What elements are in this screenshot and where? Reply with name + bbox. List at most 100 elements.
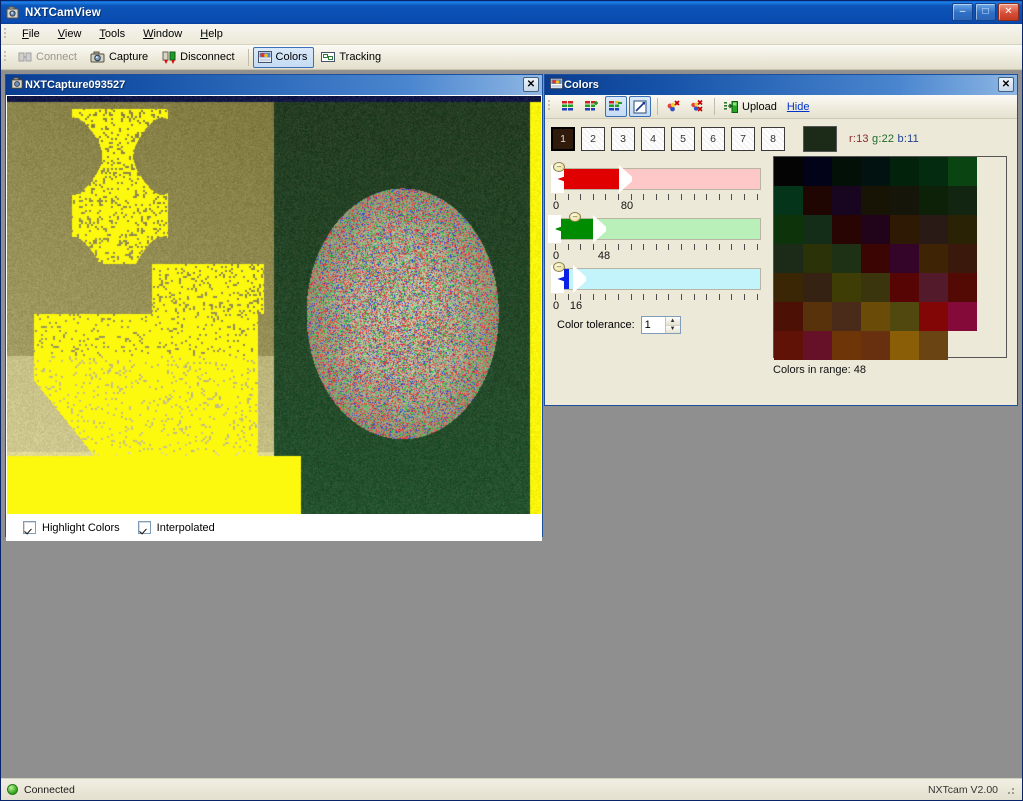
minimize-button[interactable]: – (952, 3, 973, 21)
color-grid-cell[interactable] (890, 186, 919, 215)
color-grid-cell[interactable] (774, 157, 803, 186)
color-grid-cell[interactable] (803, 302, 832, 331)
camera-image-canvas[interactable] (7, 96, 541, 514)
color-slot-2[interactable]: 2 (581, 127, 605, 151)
color-grid-cell[interactable] (832, 157, 861, 186)
color-grid-cell[interactable] (861, 244, 890, 273)
color-grid-cell[interactable] (948, 215, 977, 244)
color-grid-cell[interactable] (861, 157, 890, 186)
red-slider-track[interactable] (555, 168, 761, 190)
color-grid-cell[interactable] (890, 302, 919, 331)
color-grid-cell[interactable] (919, 244, 948, 273)
color-grid-cell[interactable] (774, 331, 803, 360)
color-grid-cell[interactable] (948, 157, 977, 186)
blue-range-slider[interactable]: – 0 16 (551, 262, 769, 314)
menu-help[interactable]: Help (191, 25, 232, 43)
maximize-button[interactable]: □ (975, 3, 996, 21)
highlight-colors-checkbox[interactable]: Highlight Colors (23, 521, 120, 534)
green-slider-knob[interactable]: – (569, 212, 581, 222)
color-slot-8[interactable]: 8 (761, 127, 785, 151)
connect-button[interactable]: Connect (13, 47, 84, 68)
green-range-slider[interactable]: – 0 48 (548, 212, 769, 264)
color-slot-6[interactable]: 6 (701, 127, 725, 151)
upload-button[interactable]: Upload (719, 96, 781, 117)
color-grid-cell[interactable] (803, 215, 832, 244)
color-grid-cell[interactable] (832, 215, 861, 244)
remove-color-icon[interactable] (605, 96, 627, 117)
color-grid-cell[interactable] (803, 331, 832, 360)
color-grid-cell[interactable] (948, 186, 977, 215)
checkbox-box[interactable] (137, 521, 151, 534)
color-grid-cell[interactable] (803, 244, 832, 273)
interpolated-checkbox[interactable]: Interpolated (137, 521, 215, 534)
clear-all-colors-icon[interactable] (686, 96, 708, 117)
stepper-down-button[interactable]: ▼ (665, 325, 680, 333)
pick-color-icon[interactable] (629, 96, 651, 117)
color-slot-5[interactable]: 5 (671, 127, 695, 151)
color-grid-cell[interactable] (948, 244, 977, 273)
blue-slider-knob[interactable]: – (553, 262, 565, 272)
add-color-icon[interactable] (581, 96, 603, 117)
menu-tools[interactable]: Tools (90, 25, 134, 43)
color-grid-cell[interactable] (861, 186, 890, 215)
clear-color-icon[interactable] (662, 96, 684, 117)
color-tolerance-input[interactable] (641, 317, 665, 333)
color-map-icon[interactable] (557, 96, 579, 117)
color-grid-cell[interactable] (861, 273, 890, 302)
color-grid-cell[interactable] (861, 302, 890, 331)
checkbox-box[interactable] (23, 521, 36, 534)
red-range-slider[interactable]: – 0 80 (551, 162, 769, 214)
green-slider-track[interactable] (555, 218, 761, 240)
color-grid-cell[interactable] (919, 157, 948, 186)
capture-button[interactable]: Capture (86, 47, 155, 68)
color-grid-cell[interactable] (803, 273, 832, 302)
color-grid-cell[interactable] (832, 244, 861, 273)
resize-grip[interactable] (1004, 783, 1016, 796)
color-grid-cell[interactable] (861, 215, 890, 244)
color-grid-cell[interactable] (832, 186, 861, 215)
color-grid-cell[interactable] (919, 331, 948, 360)
color-slot-4[interactable]: 4 (641, 127, 665, 151)
color-grid-cell[interactable] (890, 273, 919, 302)
close-button[interactable]: ✕ (998, 3, 1019, 21)
color-grid-cell[interactable] (890, 244, 919, 273)
hide-link[interactable]: Hide (787, 101, 810, 113)
color-grid-cell[interactable] (774, 302, 803, 331)
menu-file[interactable]: FFileile (13, 25, 49, 43)
capture-window-close-button[interactable]: ✕ (523, 77, 539, 92)
color-slot-1[interactable]: 1 (551, 127, 575, 151)
color-grid-cell[interactable] (774, 273, 803, 302)
disconnect-button[interactable]: Disconnect (157, 47, 241, 68)
color-grid-cell[interactable] (890, 157, 919, 186)
camera-image[interactable] (7, 96, 541, 514)
color-grid-cell[interactable] (832, 302, 861, 331)
color-grid-cell[interactable] (861, 331, 890, 360)
color-tolerance-stepper[interactable]: ▲ ▼ (640, 316, 681, 334)
color-grid-cell[interactable] (803, 186, 832, 215)
color-grid-cell[interactable] (832, 331, 861, 360)
menubar-grip[interactable] (3, 26, 11, 42)
color-grid-cell[interactable] (774, 244, 803, 273)
menu-window[interactable]: Window (134, 25, 191, 43)
tracking-button[interactable]: Tracking (316, 47, 388, 68)
color-slot-3[interactable]: 3 (611, 127, 635, 151)
color-grid-cell[interactable] (832, 273, 861, 302)
color-grid-cell[interactable] (919, 302, 948, 331)
colors-window-close-button[interactable]: ✕ (998, 77, 1014, 92)
color-grid-cell[interactable] (919, 215, 948, 244)
color-grid-cell[interactable] (890, 215, 919, 244)
color-grid-cell[interactable] (803, 157, 832, 186)
colors-in-range-grid[interactable] (773, 156, 1007, 360)
color-grid-cell[interactable] (890, 331, 919, 360)
colors-toolbar-grip[interactable] (547, 99, 555, 114)
color-grid-cell[interactable] (774, 215, 803, 244)
colors-button[interactable]: Colors (252, 46, 315, 68)
color-grid-cell[interactable] (948, 273, 977, 302)
color-grid-cell[interactable] (919, 186, 948, 215)
color-grid-cell[interactable] (948, 302, 977, 331)
toolbar-grip[interactable] (3, 49, 11, 65)
color-slot-7[interactable]: 7 (731, 127, 755, 151)
red-slider-knob[interactable]: – (553, 162, 565, 172)
color-grid-cell[interactable] (919, 273, 948, 302)
stepper-up-button[interactable]: ▲ (665, 317, 680, 326)
